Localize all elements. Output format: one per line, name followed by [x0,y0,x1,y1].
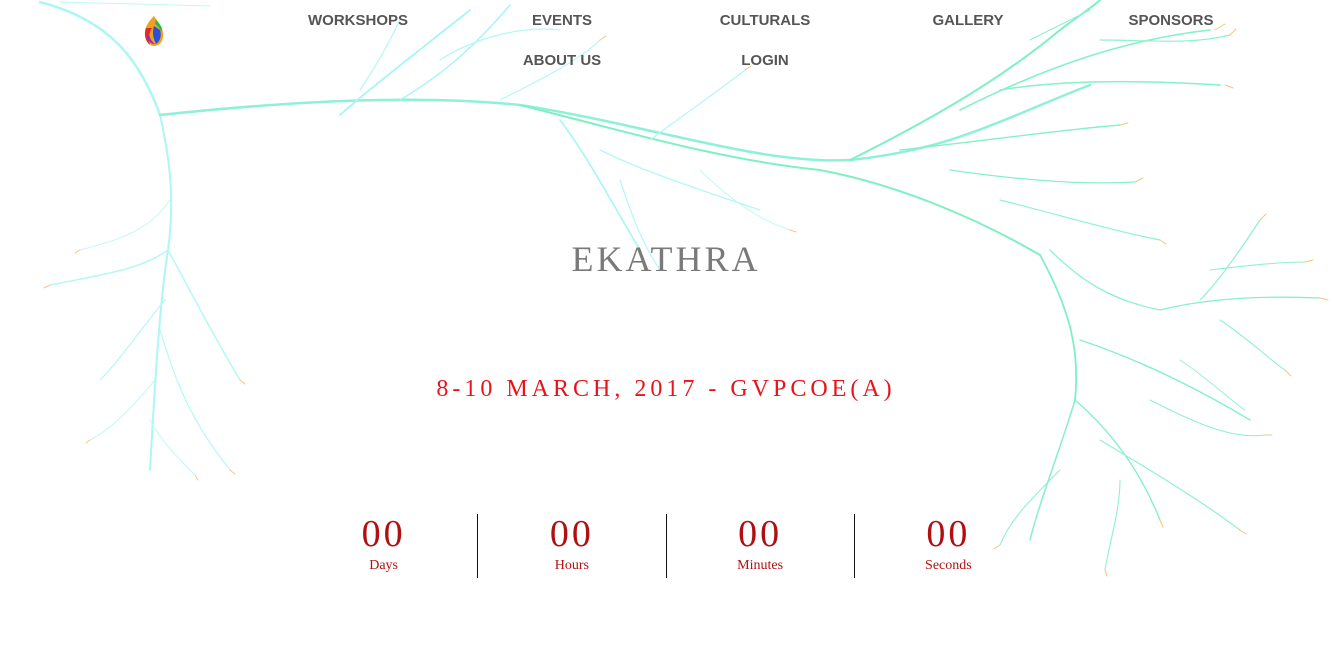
event-dateline: 8-10 MARCH, 2017 - GVPCOE(A) [436,376,896,402]
countdown-timer: 00 Days 00 Hours 00 Minutes 00 Seconds [290,514,1042,578]
countdown-minutes: 00 Minutes [665,513,854,578]
countdown-hours-value: 00 [549,513,594,555]
event-title: EKATHRA [571,239,761,279]
countdown-hours-label: Hours [554,558,589,573]
nav-login[interactable]: LOGIN [741,52,789,69]
countdown-days-value: 00 [361,513,406,555]
nav-workshops[interactable]: WORKSHOPS [308,12,408,29]
nav-about-us[interactable]: ABOUT US [523,52,601,69]
countdown-minutes-label: Minutes [737,558,784,573]
countdown-minutes-value: 00 [738,513,783,555]
countdown-days: 00 Days [290,514,477,578]
countdown-hours: 00 Hours [477,514,665,578]
countdown-seconds-value: 00 [926,513,971,555]
nav-events[interactable]: EVENTS [532,12,592,29]
nav-gallery[interactable]: GALLERY [932,12,1003,29]
countdown-seconds: 00 Seconds [853,513,1042,578]
nav-culturals[interactable]: CULTURALS [720,12,811,29]
nav-sponsors[interactable]: SPONSORS [1128,12,1213,29]
ekathra-logo-icon[interactable] [140,14,168,48]
countdown-seconds-label: Seconds [925,558,972,573]
countdown-days-label: Days [369,558,399,573]
